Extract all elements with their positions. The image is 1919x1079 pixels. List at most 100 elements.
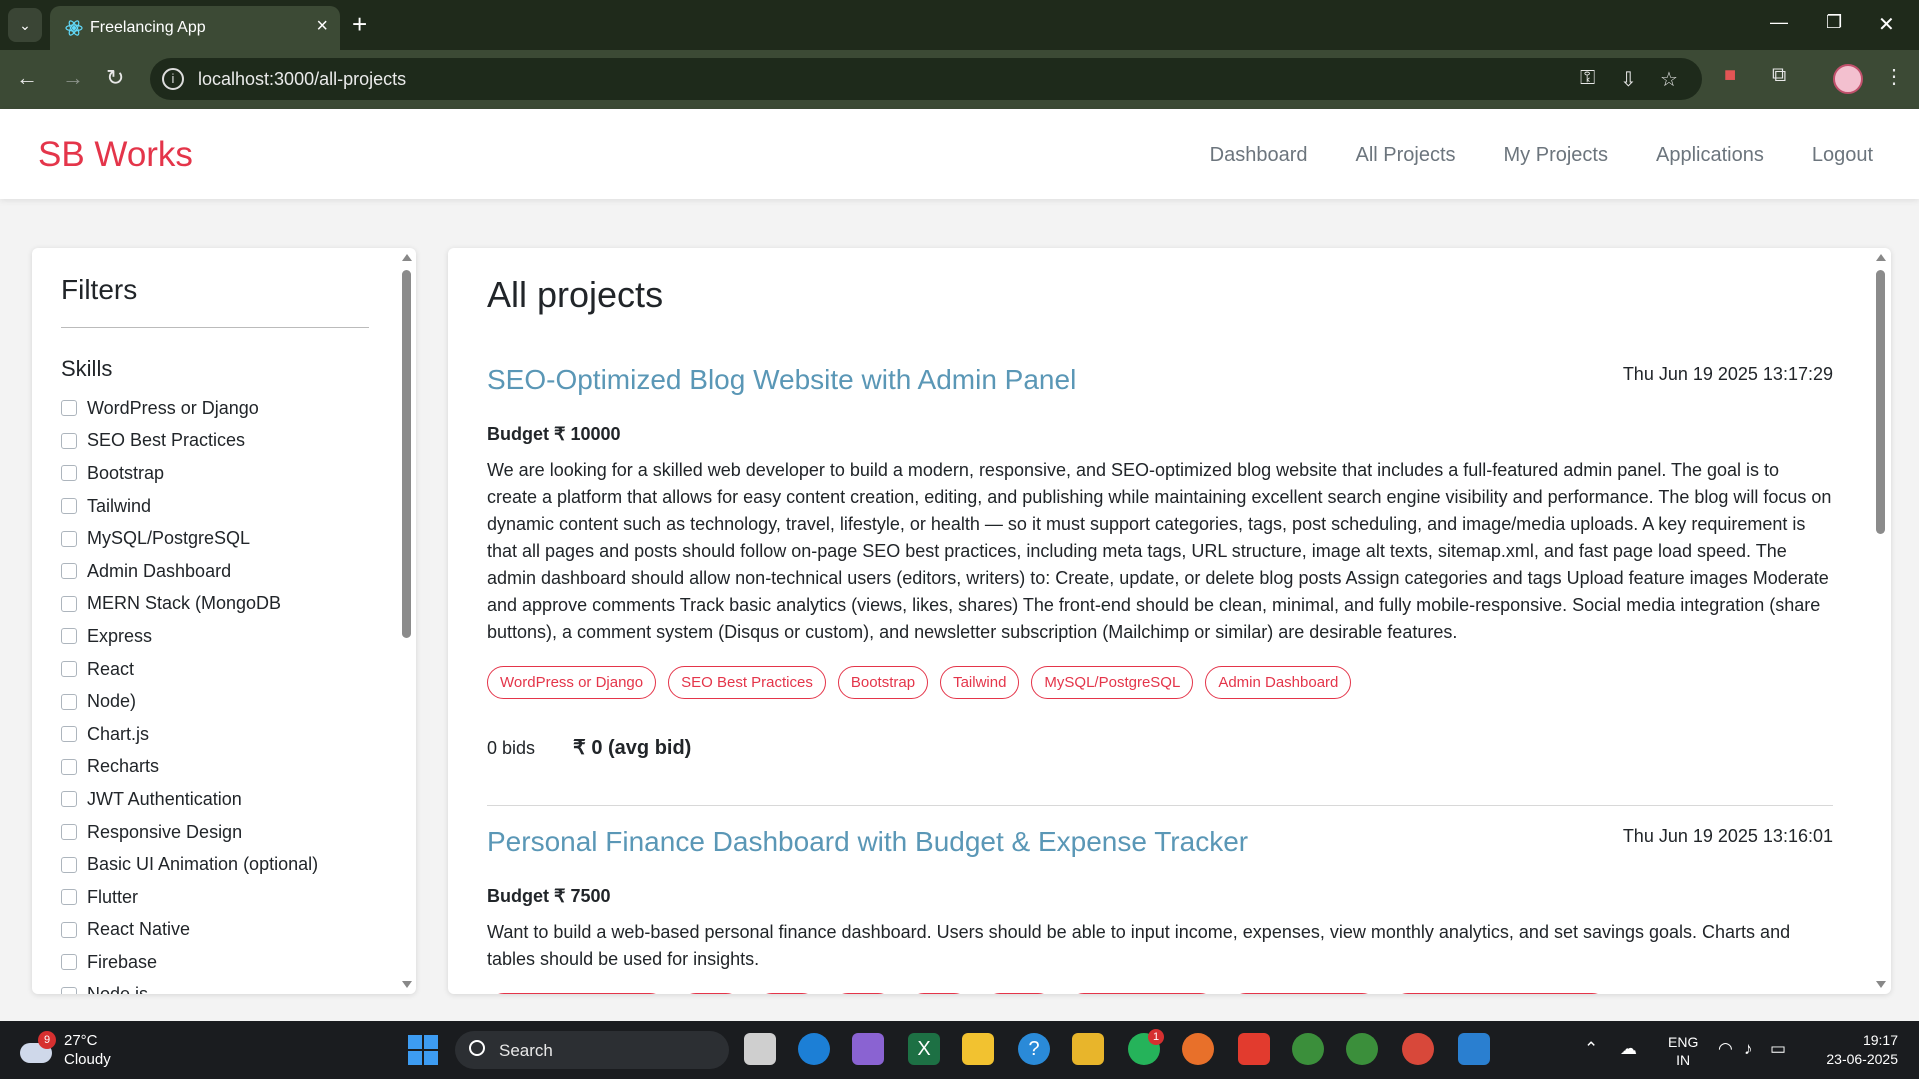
scroll-up-arrow-icon[interactable] — [1876, 254, 1886, 261]
skill-checkbox[interactable] — [61, 432, 77, 449]
edge-browser-icon[interactable] — [798, 1033, 830, 1065]
url-text[interactable]: localhost:3000/all-projects — [198, 69, 406, 90]
language-indicator[interactable]: ENG IN — [1668, 1033, 1698, 1069]
skill-option[interactable]: Node.js — [61, 979, 391, 994]
projects-scrollbar[interactable] — [1874, 250, 1888, 992]
skill-checkbox[interactable] — [61, 530, 77, 547]
skill-checkbox[interactable] — [61, 628, 77, 645]
skill-checkbox[interactable] — [61, 791, 77, 808]
jupyter-icon[interactable] — [1182, 1033, 1214, 1065]
skill-option[interactable]: Node) — [61, 685, 391, 718]
profile-avatar[interactable] — [1833, 64, 1863, 94]
skill-checkbox[interactable] — [61, 465, 77, 482]
skill-option[interactable]: Basic UI Animation (optional) — [61, 848, 391, 881]
brand-logo[interactable]: SB Works — [38, 135, 193, 175]
back-arrow-icon[interactable]: ← — [16, 65, 38, 91]
scroll-down-arrow-icon[interactable] — [402, 981, 412, 988]
forward-arrow-icon[interactable]: → — [62, 65, 84, 91]
react-favicon-icon — [65, 20, 83, 36]
taskbar-clock[interactable]: 19:17 23-06-2025 — [1818, 1031, 1898, 1069]
skill-option[interactable]: Chart.js — [61, 718, 391, 751]
skill-option[interactable]: JWT Authentication — [61, 783, 391, 816]
onedrive-cloud-icon[interactable]: ☁ — [1620, 1039, 1637, 1059]
skill-checkbox[interactable] — [61, 856, 77, 873]
skill-option[interactable]: WordPress or Django — [61, 392, 391, 425]
password-key-icon[interactable]: ⚿ — [1580, 67, 1595, 90]
wifi-icon[interactable]: ◠ — [1718, 1039, 1733, 1059]
skill-label: Recharts — [87, 756, 160, 777]
skill-option[interactable]: Admin Dashboard — [61, 555, 391, 588]
help-icon[interactable]: ? — [1018, 1033, 1050, 1065]
scroll-up-arrow-icon[interactable] — [402, 254, 412, 261]
site-info-icon[interactable]: i — [162, 68, 184, 90]
chrome-profile-1-icon[interactable] — [1292, 1033, 1324, 1065]
skill-option[interactable]: Responsive Design — [61, 816, 391, 849]
address-bar[interactable]: i localhost:3000/all-projects ⚿ ⇩ ☆ — [150, 58, 1702, 100]
skill-checkbox[interactable] — [61, 661, 77, 678]
nav-dashboard-link[interactable]: Dashboard — [1210, 144, 1308, 167]
power-bi-icon[interactable] — [1072, 1033, 1104, 1065]
restore-icon[interactable]: ❐ — [1826, 12, 1842, 33]
skill-checkbox[interactable] — [61, 595, 77, 612]
skill-checkbox[interactable] — [61, 693, 77, 710]
skill-checkbox[interactable] — [61, 889, 77, 906]
project-budget: Budget ₹ 7500 — [487, 886, 611, 906]
nav-my-projects-link[interactable]: My Projects — [1504, 144, 1608, 167]
browser-menu-icon[interactable]: ⋮ — [1884, 64, 1904, 89]
window-close-icon[interactable]: ✕ — [1878, 12, 1895, 37]
skill-option[interactable]: Recharts — [61, 751, 391, 784]
browser-tab-active[interactable]: Freelancing App × — [50, 6, 340, 50]
skill-option[interactable]: Firebase — [61, 946, 391, 979]
volume-icon[interactable]: ♪ — [1744, 1039, 1753, 1059]
skill-checkbox[interactable] — [61, 921, 77, 938]
extensions-puzzle-icon[interactable]: ⧉ — [1772, 64, 1786, 87]
weather-text[interactable]: 27°C Cloudy — [64, 1031, 111, 1069]
tray-chevron-icon[interactable]: ⌃ — [1584, 1039, 1598, 1059]
filters-scrollbar[interactable] — [400, 250, 414, 992]
skill-option[interactable]: React Native — [61, 914, 391, 947]
skill-checkbox[interactable] — [61, 563, 77, 580]
media-player-icon[interactable] — [1238, 1033, 1270, 1065]
skill-checkbox[interactable] — [61, 400, 77, 417]
scrollbar-thumb[interactable] — [402, 270, 411, 638]
scrollbar-thumb[interactable] — [1876, 270, 1885, 534]
skill-checkbox[interactable] — [61, 498, 77, 515]
chrome-active-icon[interactable] — [1402, 1033, 1434, 1065]
skill-option[interactable]: React — [61, 653, 391, 686]
skill-label: Express — [87, 625, 153, 646]
skill-option[interactable]: MERN Stack (MongoDB — [61, 588, 391, 621]
bookmark-star-icon[interactable]: ☆ — [1660, 67, 1678, 92]
nav-all-projects-link[interactable]: All Projects — [1355, 144, 1455, 167]
task-view-icon[interactable] — [744, 1033, 776, 1065]
weather-widget-icon[interactable]: 9 — [20, 1031, 58, 1065]
vscode-icon[interactable] — [1458, 1033, 1490, 1065]
install-app-icon[interactable]: ⇩ — [1620, 67, 1637, 92]
skill-option[interactable]: Tailwind — [61, 490, 391, 523]
minimize-icon[interactable]: — — [1770, 12, 1788, 33]
skill-option[interactable]: SEO Best Practices — [61, 425, 391, 458]
skill-option[interactable]: Bootstrap — [61, 457, 391, 490]
battery-icon[interactable]: ▭ — [1770, 1039, 1786, 1059]
nav-logout-link[interactable]: Logout — [1812, 144, 1873, 167]
tab-close-icon[interactable]: × — [316, 15, 328, 38]
taskbar-search[interactable]: Search — [455, 1031, 729, 1069]
file-explorer-icon[interactable] — [962, 1033, 994, 1065]
skill-checkbox[interactable] — [61, 758, 77, 775]
extension-red-icon[interactable]: ■ — [1724, 64, 1736, 87]
excel-icon[interactable]: X — [908, 1033, 940, 1065]
copilot-icon[interactable] — [852, 1033, 884, 1065]
tab-search-dropdown-button[interactable]: ⌄ — [8, 8, 42, 42]
skill-option[interactable]: Express — [61, 620, 391, 653]
new-tab-button[interactable]: + — [352, 10, 367, 38]
skill-checkbox[interactable] — [61, 986, 77, 994]
skill-checkbox[interactable] — [61, 726, 77, 743]
skill-option[interactable]: MySQL/PostgreSQL — [61, 522, 391, 555]
nav-applications-link[interactable]: Applications — [1656, 144, 1764, 167]
scroll-down-arrow-icon[interactable] — [1876, 981, 1886, 988]
skill-checkbox[interactable] — [61, 954, 77, 971]
reload-icon[interactable]: ↻ — [106, 65, 124, 91]
windows-start-icon[interactable] — [408, 1035, 438, 1065]
chrome-profile-2-icon[interactable] — [1346, 1033, 1378, 1065]
skill-option[interactable]: Flutter — [61, 881, 391, 914]
skill-checkbox[interactable] — [61, 824, 77, 841]
